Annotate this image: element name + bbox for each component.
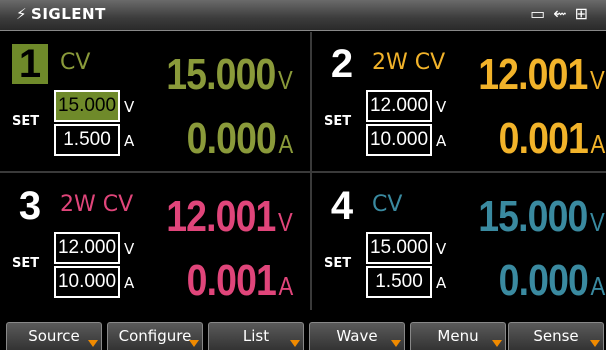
usb-icon: ⇜ bbox=[553, 4, 575, 23]
submenu-marker-icon bbox=[88, 340, 98, 347]
softkey-bar: Source Configure List Wave Menu Sense bbox=[0, 320, 606, 350]
set-current-unit: A bbox=[436, 132, 447, 150]
set-label: SET bbox=[324, 114, 352, 129]
channel-mode: CV bbox=[60, 50, 91, 75]
current-unit: A bbox=[590, 271, 605, 301]
submenu-marker-icon bbox=[590, 340, 600, 347]
channel-number: 2 bbox=[330, 42, 354, 86]
set-current-field[interactable]: 10.000 bbox=[366, 124, 432, 156]
current-value: 0.000 bbox=[186, 114, 276, 163]
set-voltage-unit: V bbox=[124, 98, 135, 116]
measured-current: 0.000A bbox=[186, 114, 293, 164]
voltage-value: 12.001 bbox=[478, 50, 588, 99]
voltage-value: 15.000 bbox=[166, 50, 276, 99]
channel-2-panel[interactable]: 2 2W CV 12.001V 0.001A SET 12.000 V 10.0… bbox=[312, 32, 606, 170]
current-value: 0.001 bbox=[186, 256, 276, 305]
softkey-label: Sense bbox=[533, 327, 579, 345]
set-label: SET bbox=[12, 256, 40, 271]
set-voltage-field[interactable]: 15.000 bbox=[54, 90, 120, 122]
softkey-source[interactable]: Source bbox=[6, 322, 102, 350]
channel-mode: CV bbox=[372, 192, 403, 217]
lan-icon: ⊞ bbox=[574, 4, 596, 23]
set-current-unit: A bbox=[124, 132, 135, 150]
set-label: SET bbox=[324, 256, 352, 271]
channel-number: 3 bbox=[18, 184, 42, 228]
submenu-marker-icon bbox=[189, 340, 199, 347]
channel-3-panel[interactable]: 3 2W CV 12.001V 0.001A SET 12.000 V 10.0… bbox=[0, 174, 300, 312]
measured-voltage: 15.000V bbox=[478, 192, 605, 242]
softkey-configure[interactable]: Configure bbox=[107, 322, 203, 350]
set-voltage-unit: V bbox=[124, 240, 135, 258]
channel-1-panel[interactable]: 1 CV 15.000V 0.000A SET 15.000 V 1.500 A bbox=[0, 32, 300, 170]
submenu-marker-icon bbox=[492, 340, 502, 347]
voltage-unit: V bbox=[590, 65, 605, 95]
measured-voltage: 15.000V bbox=[166, 50, 293, 100]
current-value: 0.001 bbox=[498, 114, 588, 163]
set-current-field[interactable]: 1.500 bbox=[366, 266, 432, 298]
softkey-list[interactable]: List bbox=[208, 322, 304, 350]
measured-current: 0.001A bbox=[498, 114, 605, 164]
channel-4-panel[interactable]: 4 CV 15.000V 0.000A SET 15.000 V 1.500 A bbox=[312, 174, 606, 312]
system-icons: ▭⇜⊞ bbox=[530, 4, 596, 23]
set-current-unit: A bbox=[436, 274, 447, 292]
softkey-wave[interactable]: Wave bbox=[309, 322, 405, 350]
softkey-sense[interactable]: Sense bbox=[508, 322, 604, 350]
set-voltage-field[interactable]: 15.000 bbox=[366, 232, 432, 264]
brand: ⚡ SIGLENT bbox=[16, 5, 106, 23]
set-current-unit: A bbox=[124, 274, 135, 292]
voltage-value: 12.001 bbox=[166, 192, 276, 241]
channel-number: 4 bbox=[330, 184, 354, 228]
set-voltage-field[interactable]: 12.000 bbox=[54, 232, 120, 264]
softkey-label: Configure bbox=[118, 327, 192, 345]
current-unit: A bbox=[590, 129, 605, 159]
brand-name: SIGLENT bbox=[31, 5, 106, 23]
top-status-bar: ⚡ SIGLENT ▭⇜⊞ bbox=[0, 0, 606, 31]
siglent-logo-icon: ⚡ bbox=[16, 5, 28, 23]
channel-mode: 2W CV bbox=[60, 192, 134, 217]
voltage-value: 15.000 bbox=[478, 192, 588, 241]
quadrant-divider-horizontal bbox=[0, 171, 606, 173]
submenu-marker-icon bbox=[391, 340, 401, 347]
measured-current: 0.000A bbox=[498, 256, 605, 306]
current-unit: A bbox=[278, 271, 293, 301]
set-label: SET bbox=[12, 114, 40, 129]
channel-number: 1 bbox=[12, 44, 48, 84]
submenu-marker-icon bbox=[290, 340, 300, 347]
channel-mode: 2W CV bbox=[372, 50, 446, 75]
set-current-field[interactable]: 1.500 bbox=[54, 124, 120, 156]
current-unit: A bbox=[278, 129, 293, 159]
set-voltage-field[interactable]: 12.000 bbox=[366, 90, 432, 122]
save-icon: ▭ bbox=[530, 4, 554, 23]
softkey-label: Wave bbox=[336, 327, 378, 345]
set-voltage-unit: V bbox=[436, 240, 447, 258]
voltage-unit: V bbox=[278, 207, 293, 237]
set-current-field[interactable]: 10.000 bbox=[54, 266, 120, 298]
voltage-unit: V bbox=[590, 207, 605, 237]
softkey-label: Source bbox=[28, 327, 80, 345]
voltage-unit: V bbox=[278, 65, 293, 95]
measured-current: 0.001A bbox=[186, 256, 293, 306]
measured-voltage: 12.001V bbox=[166, 192, 293, 242]
current-value: 0.000 bbox=[498, 256, 588, 305]
measured-voltage: 12.001V bbox=[478, 50, 605, 100]
softkey-label: List bbox=[242, 327, 270, 345]
set-voltage-unit: V bbox=[436, 98, 447, 116]
softkey-label: Menu bbox=[437, 327, 479, 345]
softkey-menu[interactable]: Menu bbox=[410, 322, 506, 350]
